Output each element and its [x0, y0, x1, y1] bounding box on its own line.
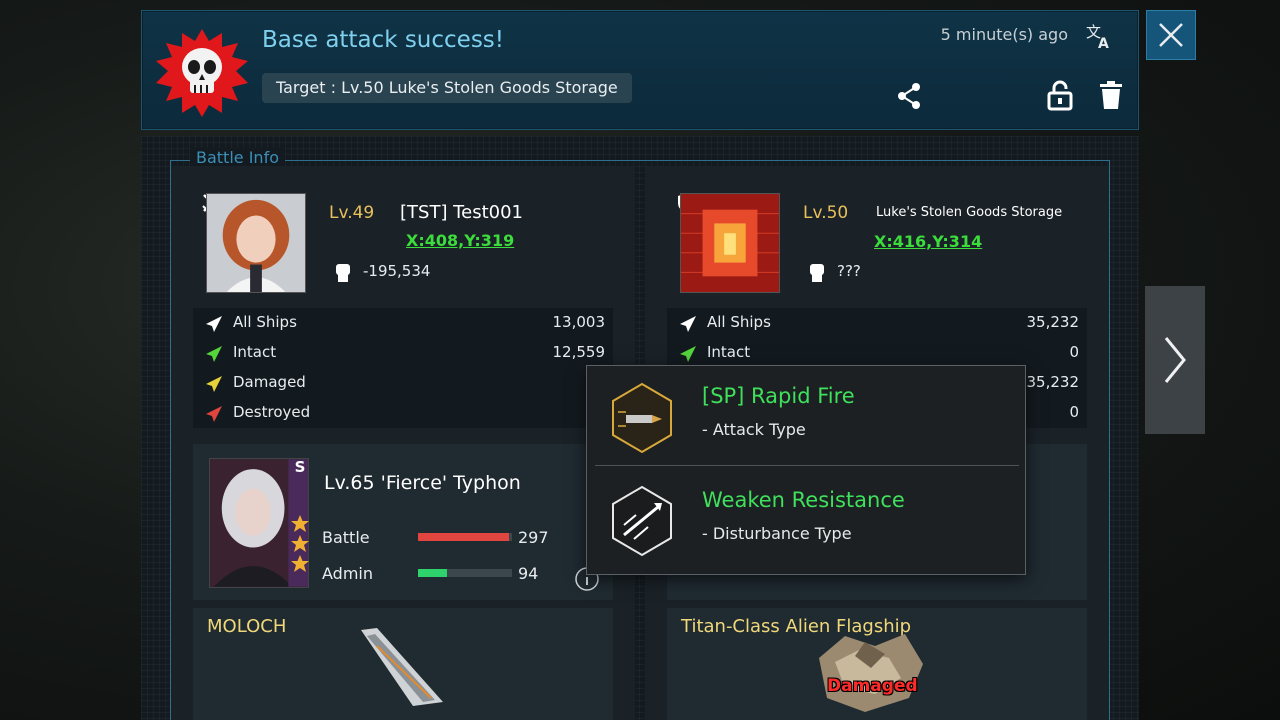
ship-green-icon	[680, 346, 696, 362]
chevron-right-icon	[1164, 337, 1186, 383]
officer-rank-badge: S	[294, 458, 306, 476]
target-label: Target : Lv.50 Luke's Stolen Goods Stora…	[262, 73, 632, 103]
ship-card[interactable]: MOLOCH	[193, 608, 613, 720]
svg-text:A: A	[1098, 36, 1109, 51]
ship-image	[361, 628, 443, 706]
stat-row-destroyed: Destroyed	[193, 398, 613, 428]
battle-stat-value: 297	[518, 528, 549, 547]
stat-row-intact: Intact 12,559	[193, 338, 613, 368]
skill-name: [SP] Rapid Fire	[702, 384, 855, 408]
ship-status-badge: Damaged	[827, 676, 918, 696]
ship-white-icon	[206, 316, 222, 332]
next-report-button[interactable]	[1145, 286, 1205, 434]
battle-stat-label: Battle	[322, 528, 370, 547]
ship-red-icon	[206, 406, 222, 422]
battle-info-heading: Battle Info	[190, 148, 285, 167]
unlock-icon[interactable]	[1046, 79, 1074, 111]
battle-stat-bar-fill	[418, 533, 510, 541]
attacker-power: -195,534	[363, 262, 431, 280]
attacker-name: [TST] Test001	[400, 202, 523, 223]
attacker-avatar[interactable]	[206, 193, 306, 293]
share-icon[interactable]	[894, 81, 924, 111]
attacker-ship-stats: All Ships 13,003 Intact 12,559 Damaged 3…	[193, 308, 613, 428]
stat-row-intact: Intact 0	[667, 338, 1087, 368]
fist-power-icon	[336, 264, 350, 282]
ship-card[interactable]: Titan-Class Alien Flagship Damaged	[667, 608, 1087, 720]
skill-type: - Attack Type	[702, 420, 806, 439]
admin-stat-value: 94	[518, 564, 539, 583]
divider	[595, 465, 1019, 466]
ship-image	[819, 634, 923, 712]
skill-type: - Disturbance Type	[702, 524, 852, 543]
ship-name: MOLOCH	[207, 616, 287, 637]
disturbance-skill-icon	[612, 485, 672, 557]
admin-stat-bar	[418, 569, 512, 577]
defender-name: Luke's Stolen Goods Storage	[876, 205, 1063, 220]
report-header: Base attack success! Target : Lv.50 Luke…	[141, 10, 1139, 130]
close-button[interactable]	[1146, 10, 1196, 60]
attacker-coordinates-link[interactable]: X:408,Y:319	[406, 231, 514, 250]
officer-title: Lv.65 'Fierce' Typhon	[324, 472, 521, 494]
defender-coordinates-link[interactable]: X:416,Y:314	[874, 232, 982, 251]
attacker-level: Lv.49	[329, 203, 375, 223]
skill-name: Weaken Resistance	[702, 488, 905, 512]
stat-row-all-ships: All Ships 13,003	[193, 308, 613, 338]
battle-stat-bar	[418, 533, 512, 541]
attacker-panel: Lv.49 [TST] Test001 X:408,Y:319 -195,534…	[171, 166, 635, 720]
translate-icon[interactable]: 文 A	[1084, 21, 1114, 51]
defender-level: Lv.50	[803, 203, 849, 223]
timestamp: 5 minute(s) ago	[940, 25, 1068, 44]
ship-white-icon	[680, 316, 696, 332]
admin-stat-bar-fill	[418, 569, 448, 577]
defender-power: ???	[837, 262, 861, 280]
stat-row-all-ships: All Ships 35,232	[667, 308, 1087, 338]
stat-row-damaged: Damaged 3	[193, 368, 613, 398]
bullet-skill-icon	[612, 382, 672, 454]
ship-green-icon	[206, 346, 222, 362]
fist-power-icon	[810, 264, 824, 282]
admin-stat-label: Admin	[322, 564, 373, 583]
skull-badge-icon	[156, 29, 248, 117]
report-title: Base attack success!	[262, 27, 505, 53]
defender-avatar[interactable]	[680, 193, 780, 293]
officer-card[interactable]: S Lv.65 'Fierce' Typhon Battle 297 Admin…	[193, 444, 613, 600]
ship-yellow-icon	[206, 376, 222, 392]
star-rating-icon	[291, 515, 309, 572]
skill-tooltip: [SP] Rapid Fire - Attack Type Weaken Res…	[586, 365, 1026, 575]
trash-icon[interactable]	[1098, 79, 1124, 111]
close-icon	[1159, 23, 1183, 47]
